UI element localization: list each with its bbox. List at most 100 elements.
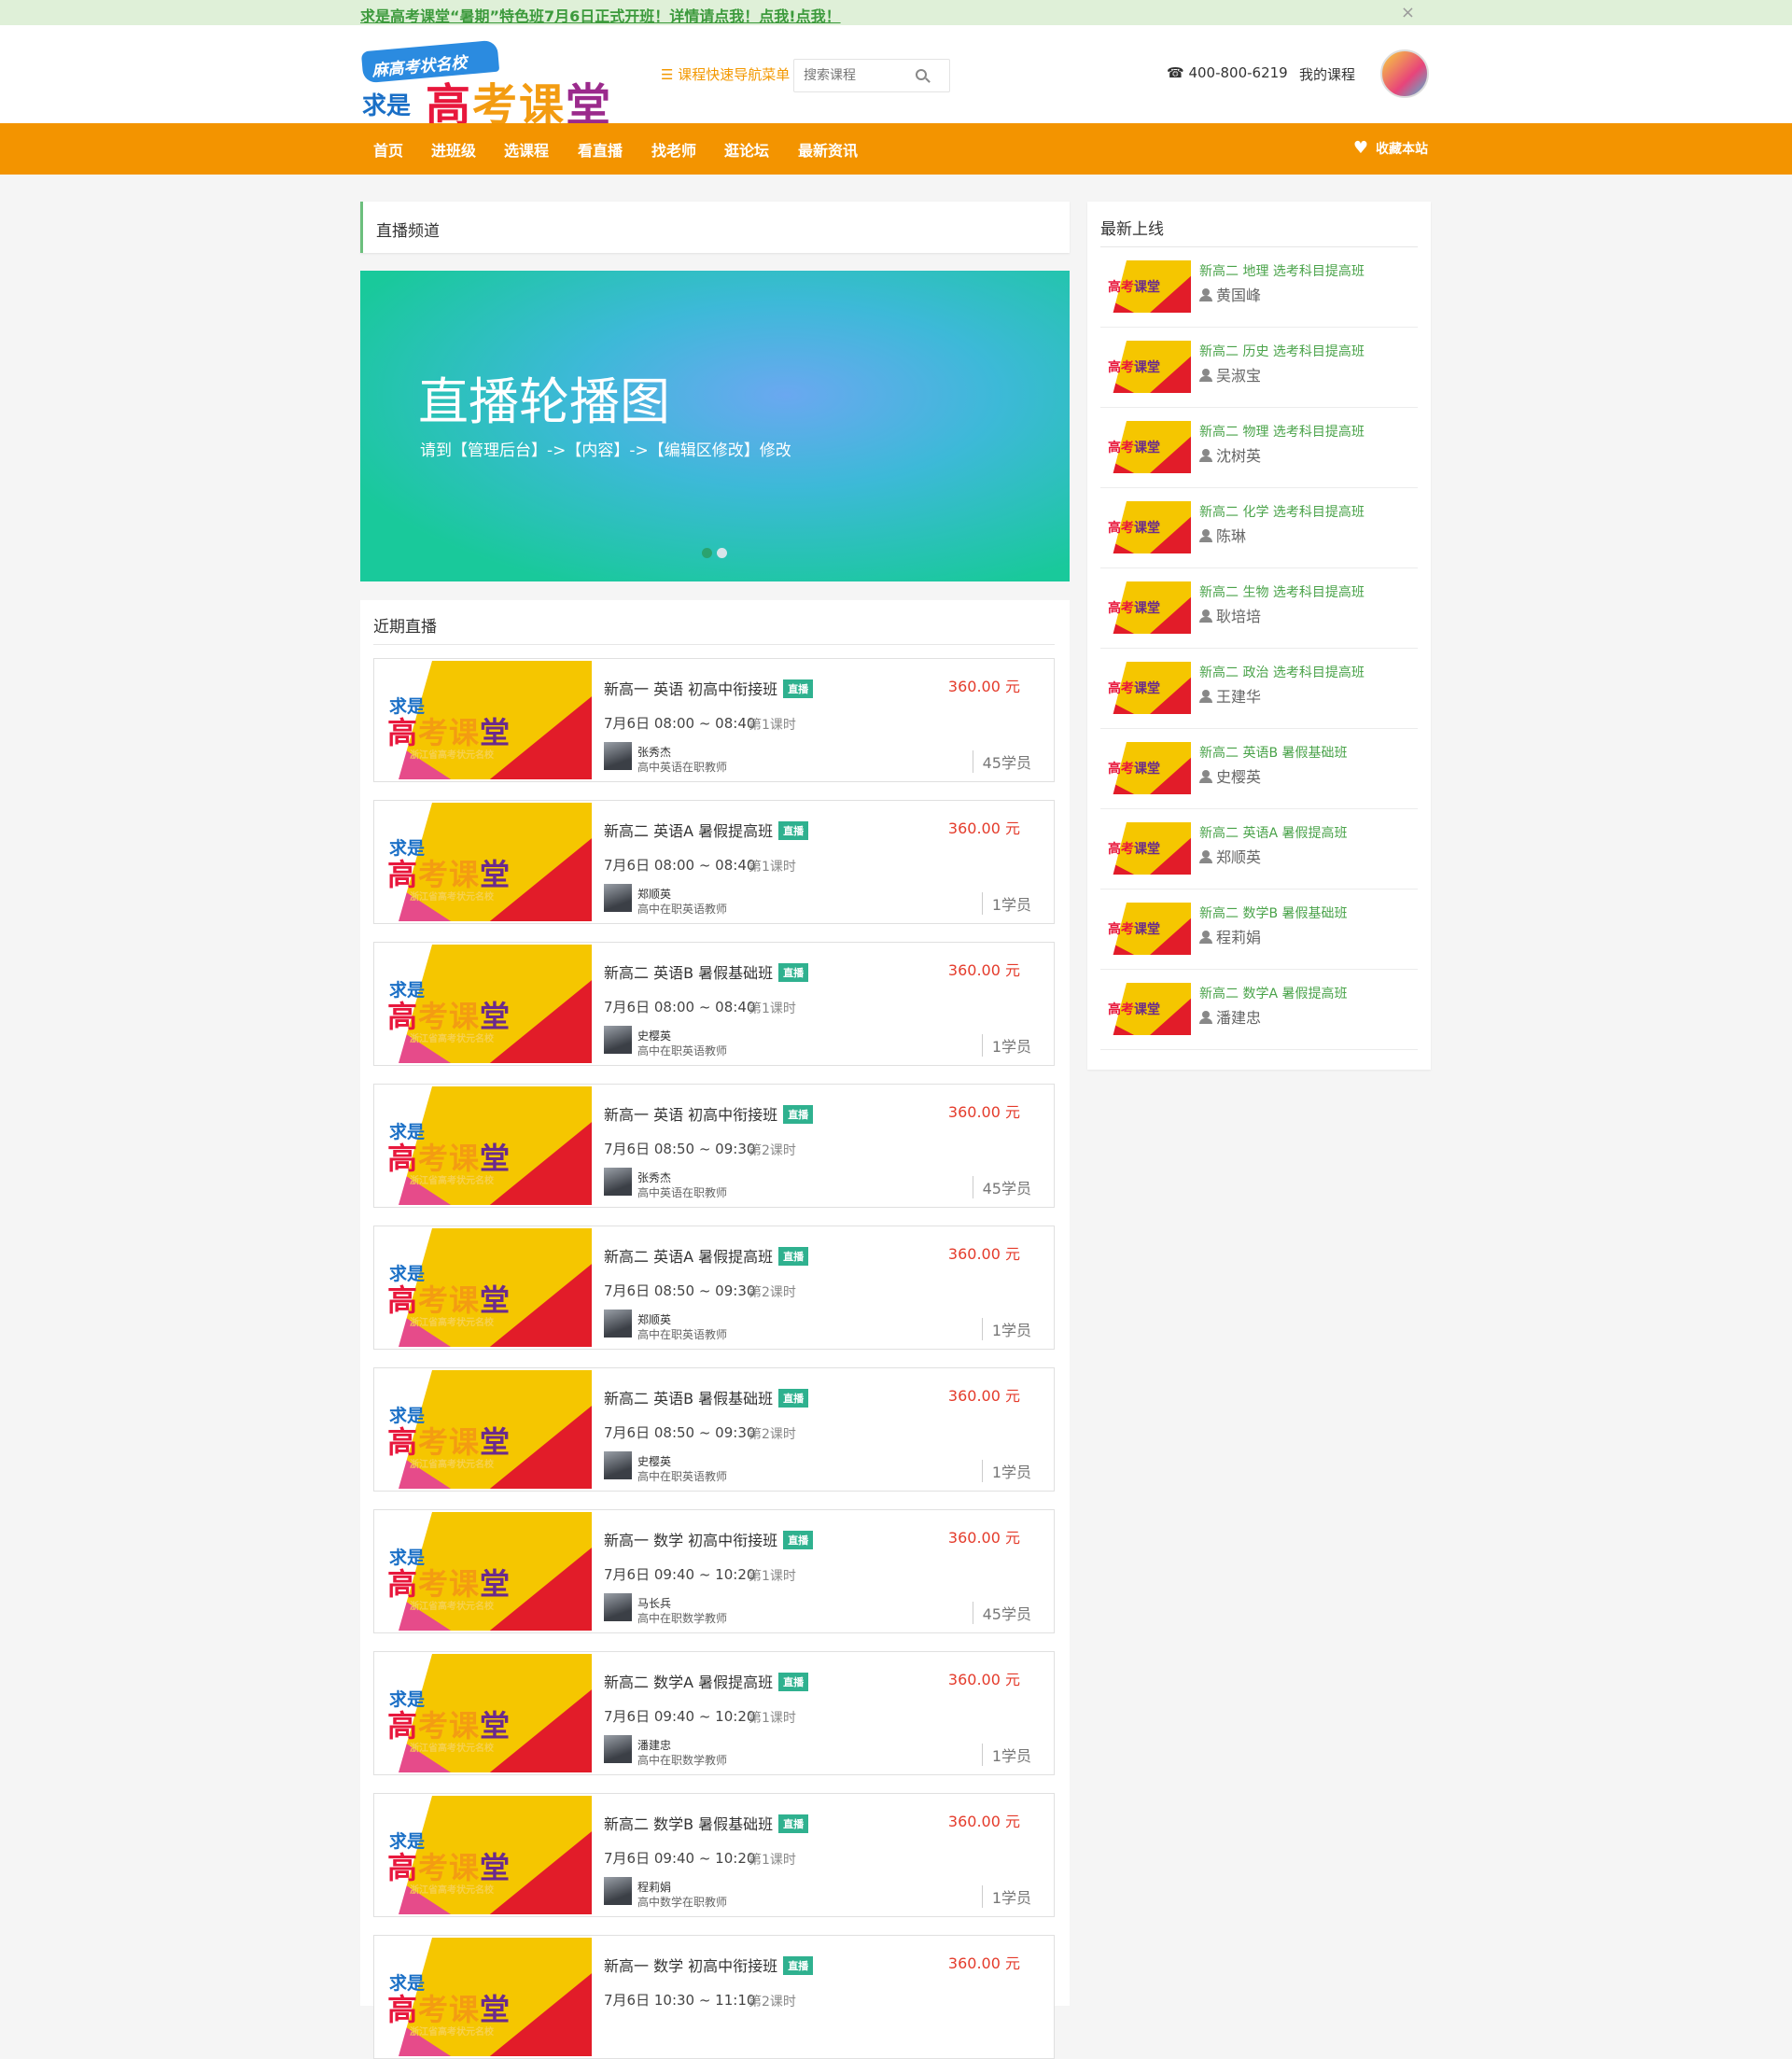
teacher-avatar[interactable]	[604, 1593, 632, 1621]
course-title[interactable]: 新高二 英语A 暑假提高班 直播	[604, 1244, 809, 1267]
nav-home[interactable]: 首页	[373, 138, 403, 161]
course-thumbnail[interactable]: 高考课堂	[1104, 903, 1191, 955]
latest-course-item[interactable]: 高考课堂 新高二 政治 选考科目提高班 王建华	[1100, 649, 1418, 729]
teacher-avatar[interactable]	[604, 1877, 632, 1905]
course-thumbnail[interactable]: 高考课堂	[1104, 983, 1191, 1035]
course-thumbnail[interactable]: 求是 高考课堂 浙江省高考状元名校	[376, 1512, 592, 1631]
live-carousel[interactable]: 直播轮播图 请到【管理后台】->【内容】->【编辑区修改】修改	[360, 271, 1070, 581]
course-thumbnail[interactable]: 高考课堂	[1104, 260, 1191, 313]
course-title[interactable]: 新高二 数学B 暑假基础班 直播	[604, 1812, 809, 1834]
user-avatar[interactable]	[1380, 49, 1429, 98]
nav-forum[interactable]: 逛论坛	[724, 138, 769, 161]
nav-teachers[interactable]: 找老师	[651, 138, 696, 161]
teacher-name[interactable]: 程莉娟	[637, 1879, 671, 1895]
course-name-link[interactable]: 新高二 英语A 暑假提高班	[1199, 823, 1347, 842]
live-course-card[interactable]: 求是 高考课堂 浙江省高考状元名校 新高二 英语B 暑假基础班 直播 360.00 元 7月…	[373, 942, 1055, 1066]
course-title[interactable]: 新高一 数学 初高中衔接班 直播	[604, 1528, 814, 1550]
teacher-name[interactable]: 史樱英	[637, 1453, 671, 1469]
nav-courses[interactable]: 选课程	[504, 138, 549, 161]
teacher-avatar[interactable]	[604, 1310, 632, 1338]
course-name-link[interactable]: 新高二 英语B 暑假基础班	[1199, 743, 1348, 762]
latest-course-item[interactable]: 高考课堂 新高二 历史 选考科目提高班 吴淑宝	[1100, 328, 1418, 408]
live-course-card[interactable]: 求是 高考课堂 浙江省高考状元名校 新高二 英语A 暑假提高班 直播 360.00 元 7月…	[373, 800, 1055, 924]
live-course-card[interactable]: 求是 高考课堂 浙江省高考状元名校 新高二 英语A 暑假提高班 直播 360.00 元 7月…	[373, 1226, 1055, 1350]
teacher-name[interactable]: 张秀杰	[637, 1170, 671, 1185]
course-thumbnail[interactable]: 求是 高考课堂 浙江省高考状元名校	[376, 1938, 592, 2056]
course-name-link[interactable]: 新高二 政治 选考科目提高班	[1199, 663, 1365, 681]
site-logo[interactable]: 麻高考状名校 求是 高考课堂	[360, 39, 651, 132]
live-course-card[interactable]: 求是 高考课堂 浙江省高考状元名校 新高二 数学B 暑假基础班 直播 360.00 元 7月…	[373, 1793, 1055, 1917]
teacher-name[interactable]: 张秀杰	[637, 744, 671, 760]
teacher-name[interactable]: 郑顺英	[637, 1311, 671, 1327]
course-name-link[interactable]: 新高二 数学B 暑假基础班	[1199, 903, 1348, 922]
course-title[interactable]: 新高一 数学 初高中衔接班 直播	[604, 1954, 814, 1976]
carousel-dot-2[interactable]	[717, 548, 727, 558]
course-thumbnail[interactable]: 求是 高考课堂 浙江省高考状元名校	[376, 1086, 592, 1205]
latest-course-item[interactable]: 高考课堂 新高二 英语B 暑假基础班 史樱英	[1100, 729, 1418, 809]
latest-course-item[interactable]: 高考课堂 新高二 数学A 暑假提高班 潘建忠	[1100, 970, 1418, 1050]
course-thumbnail[interactable]: 高考课堂	[1104, 421, 1191, 473]
nav-live[interactable]: 看直播	[578, 138, 623, 161]
course-name-link[interactable]: 新高二 化学 选考科目提高班	[1199, 502, 1365, 521]
nav-classes[interactable]: 进班级	[431, 138, 476, 161]
teacher-avatar[interactable]	[604, 1735, 632, 1763]
live-course-card[interactable]: 求是 高考课堂 浙江省高考状元名校 新高二 数学A 暑假提高班 直播 360.00 元 7月…	[373, 1651, 1055, 1775]
course-name-link[interactable]: 新高二 生物 选考科目提高班	[1199, 582, 1365, 601]
teacher-name[interactable]: 潘建忠	[637, 1737, 671, 1753]
course-name-link[interactable]: 新高二 物理 选考科目提高班	[1199, 422, 1365, 441]
teacher-avatar[interactable]	[604, 1026, 632, 1054]
search-input[interactable]	[794, 60, 912, 91]
announcement-link[interactable]: 求是高考课堂“暑期”特色班7月6日正式开班！详情请点我！点我!点我！	[360, 4, 841, 26]
course-title[interactable]: 新高二 英语B 暑假基础班 直播	[604, 960, 809, 983]
course-thumbnail[interactable]: 高考课堂	[1104, 341, 1191, 393]
live-course-card[interactable]: 求是 高考课堂 浙江省高考状元名校 新高一 英语 初高中衔接班 直播 360.00 元 7月…	[373, 1084, 1055, 1208]
live-course-card[interactable]: 求是 高考课堂 浙江省高考状元名校 新高一 英语 初高中衔接班 直播 360.00 元 7月…	[373, 658, 1055, 782]
search-box	[793, 59, 950, 92]
course-thumbnail[interactable]: 求是 高考课堂 浙江省高考状元名校	[376, 1370, 592, 1489]
latest-course-item[interactable]: 高考课堂 新高二 地理 选考科目提高班 黄国峰	[1100, 247, 1418, 328]
course-name-link[interactable]: 新高二 历史 选考科目提高班	[1199, 342, 1365, 360]
teacher-avatar[interactable]	[604, 1451, 632, 1479]
course-thumbnail[interactable]: 求是 高考课堂 浙江省高考状元名校	[376, 1654, 592, 1772]
latest-course-item[interactable]: 高考课堂 新高二 生物 选考科目提高班 耿培培	[1100, 568, 1418, 649]
course-thumbnail[interactable]: 求是 高考课堂 浙江省高考状元名校	[376, 1796, 592, 1914]
course-title[interactable]: 新高二 数学A 暑假提高班 直播	[604, 1670, 809, 1692]
course-title[interactable]: 新高二 英语A 暑假提高班 直播	[604, 819, 809, 841]
teacher-role: 高中英语在职教师	[637, 1186, 728, 1199]
latest-course-item[interactable]: 高考课堂 新高二 物理 选考科目提高班 沈树英	[1100, 408, 1418, 488]
search-icon[interactable]	[916, 69, 927, 80]
course-thumbnail[interactable]: 求是 高考课堂 浙江省高考状元名校	[376, 945, 592, 1063]
teacher-avatar[interactable]	[604, 742, 632, 770]
teacher-name[interactable]: 马长兵	[637, 1595, 671, 1611]
close-icon[interactable]: ×	[1401, 3, 1415, 22]
course-name-link[interactable]: 新高二 地理 选考科目提高班	[1199, 261, 1365, 280]
course-title[interactable]: 新高一 英语 初高中衔接班 直播	[604, 677, 814, 699]
live-course-card[interactable]: 求是 高考课堂 浙江省高考状元名校 新高一 数学 初高中衔接班 直播 360.00 元 7月…	[373, 1935, 1055, 2059]
latest-course-item[interactable]: 高考课堂 新高二 化学 选考科目提高班 陈琳	[1100, 488, 1418, 568]
latest-course-item[interactable]: 高考课堂 新高二 英语A 暑假提高班 郑顺英	[1100, 809, 1418, 889]
course-title[interactable]: 新高一 英语 初高中衔接班 直播	[604, 1102, 814, 1125]
live-course-card[interactable]: 求是 高考课堂 浙江省高考状元名校 新高一 数学 初高中衔接班 直播 360.00 元 7月…	[373, 1509, 1055, 1633]
course-thumbnail[interactable]: 求是 高考课堂 浙江省高考状元名校	[376, 803, 592, 921]
course-thumbnail[interactable]: 高考课堂	[1104, 742, 1191, 794]
course-thumbnail[interactable]: 高考课堂	[1104, 662, 1191, 714]
teacher-name[interactable]: 史樱英	[637, 1028, 671, 1044]
course-quick-nav-menu[interactable]: ☰ 课程快速导航菜单	[661, 64, 790, 84]
latest-course-item[interactable]: 高考课堂 新高二 数学B 暑假基础班 程莉娟	[1100, 889, 1418, 970]
course-thumbnail[interactable]: 高考课堂	[1104, 581, 1191, 634]
course-thumbnail[interactable]: 求是 高考课堂 浙江省高考状元名校	[376, 661, 592, 779]
course-thumbnail[interactable]: 高考课堂	[1104, 501, 1191, 553]
live-course-card[interactable]: 求是 高考课堂 浙江省高考状元名校 新高二 英语B 暑假基础班 直播 360.00 元 7月…	[373, 1367, 1055, 1492]
course-title[interactable]: 新高二 英语B 暑假基础班 直播	[604, 1386, 809, 1408]
my-courses-link[interactable]: 我的课程	[1299, 64, 1355, 84]
teacher-avatar[interactable]	[604, 884, 632, 912]
teacher-name[interactable]: 郑顺英	[637, 886, 671, 902]
course-thumbnail[interactable]: 高考课堂	[1104, 822, 1191, 875]
nav-news[interactable]: 最新资讯	[798, 138, 858, 161]
course-name-link[interactable]: 新高二 数学A 暑假提高班	[1199, 984, 1347, 1002]
course-thumbnail[interactable]: 求是 高考课堂 浙江省高考状元名校	[376, 1228, 592, 1347]
carousel-dot-1[interactable]	[702, 548, 712, 558]
user-icon	[1199, 850, 1212, 863]
teacher-avatar[interactable]	[604, 1168, 632, 1196]
favorite-site-button[interactable]: ♥ 收藏本站	[1353, 138, 1428, 158]
